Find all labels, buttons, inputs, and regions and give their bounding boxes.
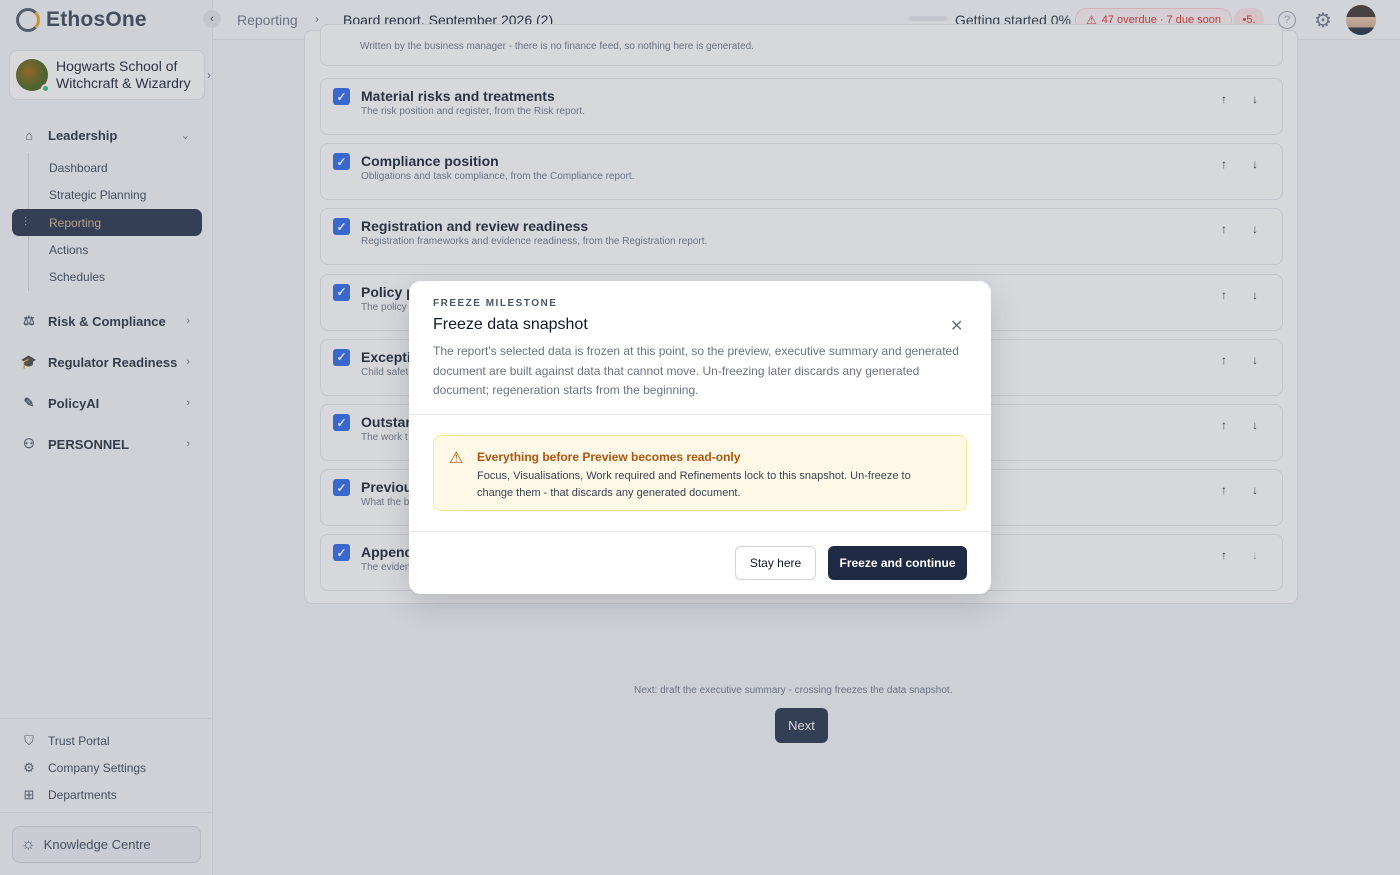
modal-description: The report's selected data is frozen at … [433,344,959,397]
stay-here-button[interactable]: Stay here [735,546,816,580]
modal-title: Freeze data snapshot [433,316,588,333]
modal-eyebrow: FREEZE MILESTONE [433,298,558,309]
divider [409,414,991,415]
warning-triangle-icon: ⚠ [449,450,464,467]
warning-text: Focus, Visualisations, Work required and… [477,470,911,499]
freeze-and-continue-button[interactable]: Freeze and continue [828,546,967,580]
warning-callout: ⚠ Everything before Preview becomes read… [433,435,967,511]
divider [409,531,991,532]
close-icon[interactable]: ✕ [950,316,963,336]
freeze-snapshot-modal: FREEZE MILESTONE Freeze data snapshot ✕ … [409,281,991,594]
warning-title: Everything before Preview becomes read-o… [477,450,741,464]
